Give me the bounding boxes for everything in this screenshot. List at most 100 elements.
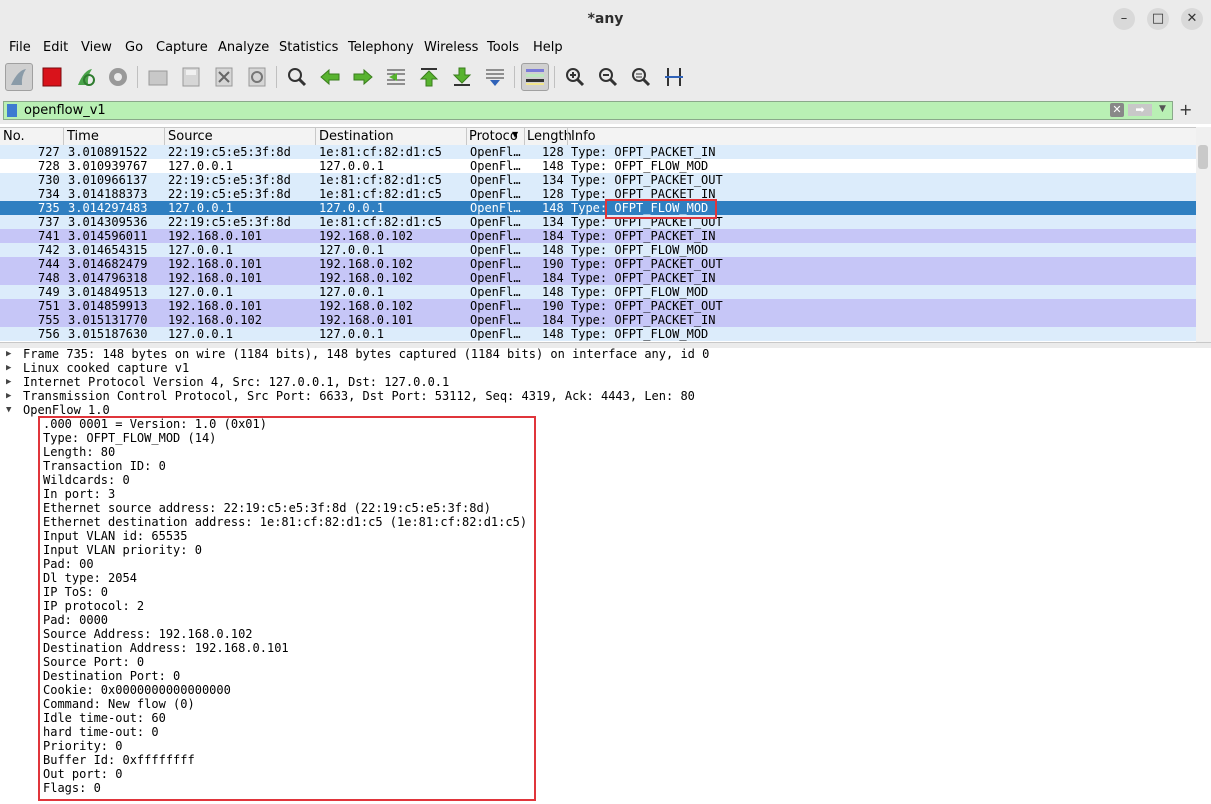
- column-info[interactable]: Info: [571, 129, 596, 144]
- menu-statistics[interactable]: Statistics: [279, 40, 338, 55]
- menu-view[interactable]: View: [81, 40, 112, 55]
- column-time[interactable]: Time: [67, 129, 99, 144]
- go-to-packet-icon[interactable]: [382, 63, 410, 91]
- detail-tree-item[interactable]: Linux cooked capture v1: [23, 361, 189, 375]
- zoom-out-icon[interactable]: [594, 63, 622, 91]
- column-divider[interactable]: [466, 128, 467, 146]
- save-file-icon[interactable]: [177, 63, 205, 91]
- column-no[interactable]: No.: [3, 129, 25, 144]
- menu-telephony[interactable]: Telephony: [348, 40, 414, 55]
- collapsed-arrow-icon[interactable]: ▶: [6, 361, 14, 375]
- filter-dropdown-icon[interactable]: ▼: [1159, 104, 1166, 114]
- packet-row[interactable]: 737 3.014309536 22:19:c5:e5:3f:8d 1e:81:cf:…: [0, 215, 1196, 229]
- go-forward-icon[interactable]: [349, 63, 377, 91]
- packet-time: 3.014188373: [68, 187, 148, 201]
- go-back-icon[interactable]: [316, 63, 344, 91]
- packet-length: 184: [542, 271, 564, 285]
- reload-file-icon[interactable]: [243, 63, 271, 91]
- stop-capture-icon[interactable]: [38, 63, 66, 91]
- packet-source: 192.168.0.101: [168, 229, 262, 243]
- open-file-icon[interactable]: [144, 63, 172, 91]
- detail-tree-item[interactable]: Frame 735: 148 bytes on wire (1184 bits)…: [23, 347, 709, 361]
- packet-row[interactable]: 756 3.015187630 127.0.0.1 127.0.0.1 OpenFl… 1…: [0, 327, 1196, 341]
- packet-row[interactable]: 751 3.014859913 192.168.0.101 192.168.0.102…: [0, 299, 1196, 313]
- column-divider[interactable]: [63, 128, 64, 146]
- packet-length: 148: [542, 159, 564, 173]
- add-filter-button[interactable]: +: [1179, 100, 1192, 119]
- find-packet-icon[interactable]: [283, 63, 311, 91]
- expanded-arrow-icon[interactable]: ▼: [6, 403, 14, 417]
- packet-no: 735: [38, 201, 60, 215]
- packet-row[interactable]: 748 3.014796318 192.168.0.101 192.168.0.102…: [0, 271, 1196, 285]
- bookmark-icon[interactable]: [7, 104, 17, 117]
- packet-row[interactable]: 734 3.014188373 22:19:c5:e5:3f:8d 1e:81:cf:…: [0, 187, 1196, 201]
- close-file-icon[interactable]: [210, 63, 238, 91]
- menu-tools[interactable]: Tools: [487, 40, 519, 55]
- packet-no: 756: [38, 327, 60, 341]
- packet-time: 3.014654315: [68, 243, 148, 257]
- menu-help[interactable]: Help: [533, 40, 563, 55]
- go-last-icon[interactable]: [448, 63, 476, 91]
- column-protocol[interactable]: Protoco: [469, 129, 518, 144]
- zoom-in-icon[interactable]: [561, 63, 589, 91]
- menu-wireless[interactable]: Wireless: [424, 40, 478, 55]
- packet-source: 127.0.0.1: [168, 201, 234, 215]
- packet-no: 748: [38, 271, 60, 285]
- go-first-icon[interactable]: [415, 63, 443, 91]
- packet-row[interactable]: 742 3.014654315 127.0.0.1 127.0.0.1 OpenFl… 1…: [0, 243, 1196, 257]
- menu-capture[interactable]: Capture: [156, 40, 208, 55]
- column-length[interactable]: Length: [527, 129, 572, 144]
- display-filter-bar: ✕ ➡ ▼ +: [0, 98, 1211, 124]
- packet-info: Type: OFPT_PACKET_OUT: [571, 299, 723, 313]
- packet-row[interactable]: 741 3.014596011 192.168.0.101 192.168.0.102…: [0, 229, 1196, 243]
- column-divider[interactable]: [567, 128, 568, 146]
- packet-protocol: OpenFl…: [470, 173, 521, 187]
- menu-file[interactable]: File: [9, 40, 31, 55]
- column-divider[interactable]: [164, 128, 165, 146]
- menu-go[interactable]: Go: [125, 40, 143, 55]
- collapsed-arrow-icon[interactable]: ▶: [6, 347, 14, 361]
- packet-no: 737: [38, 215, 60, 229]
- packet-row[interactable]: 727 3.010891522 22:19:c5:e5:3f:8d 1e:81:cf:…: [0, 145, 1196, 159]
- packet-row[interactable]: 728 3.010939767 127.0.0.1 127.0.0.1 OpenFl… 1…: [0, 159, 1196, 173]
- menu-edit[interactable]: Edit: [43, 40, 68, 55]
- apply-filter-icon[interactable]: ➡: [1128, 104, 1152, 116]
- packet-row[interactable]: 744 3.014682479 192.168.0.101 192.168.0.102…: [0, 257, 1196, 271]
- collapsed-arrow-icon[interactable]: ▶: [6, 375, 14, 389]
- capture-options-icon[interactable]: [104, 63, 132, 91]
- packet-source: 127.0.0.1: [168, 159, 234, 173]
- restart-capture-icon[interactable]: [71, 63, 99, 91]
- packet-protocol: OpenFl…: [470, 313, 521, 327]
- display-filter-input[interactable]: [24, 102, 1104, 119]
- menu-analyze[interactable]: Analyze: [218, 40, 269, 55]
- collapsed-arrow-icon[interactable]: ▶: [6, 389, 14, 403]
- colorize-icon[interactable]: [521, 63, 549, 91]
- packet-destination: 192.168.0.102: [319, 299, 413, 313]
- autoscroll-icon[interactable]: [481, 63, 509, 91]
- packet-row[interactable]: 735 3.014297483 127.0.0.1 127.0.0.1 OpenFl… 1…: [0, 201, 1196, 215]
- detail-tree-item[interactable]: Internet Protocol Version 4, Src: 127.0.…: [23, 375, 449, 389]
- minimize-button[interactable]: –: [1113, 8, 1135, 30]
- packet-time: 3.010966137: [68, 173, 148, 187]
- column-destination[interactable]: Destination: [319, 129, 394, 144]
- packet-list-scroll-thumb[interactable]: [1198, 145, 1208, 169]
- packet-info: Type: OFPT_FLOW_MOD: [571, 159, 709, 173]
- maximize-button[interactable]: □: [1147, 8, 1169, 30]
- close-button[interactable]: ✕: [1181, 8, 1203, 30]
- packet-row[interactable]: 755 3.015131770 192.168.0.102 192.168.0.101…: [0, 313, 1196, 327]
- packet-list[interactable]: 727 3.010891522 22:19:c5:e5:3f:8d 1e:81:cf:…: [0, 145, 1196, 342]
- clear-filter-icon[interactable]: ✕: [1110, 103, 1124, 117]
- zoom-normal-icon[interactable]: [627, 63, 655, 91]
- column-source[interactable]: Source: [168, 129, 213, 144]
- packet-row[interactable]: 749 3.014849513 127.0.0.1 127.0.0.1 OpenFl… 1…: [0, 285, 1196, 299]
- packet-length: 148: [542, 327, 564, 341]
- column-divider[interactable]: [524, 128, 525, 146]
- column-divider[interactable]: [315, 128, 316, 146]
- resize-columns-icon[interactable]: [660, 63, 688, 91]
- detail-tree-item[interactable]: OpenFlow 1.0: [23, 403, 110, 417]
- packet-row[interactable]: 730 3.010966137 22:19:c5:e5:3f:8d 1e:81:cf:…: [0, 173, 1196, 187]
- detail-tree-item[interactable]: Transmission Control Protocol, Src Port:…: [23, 389, 695, 403]
- shark-fin-start-icon[interactable]: [5, 63, 33, 91]
- toolbar-separator: [554, 66, 555, 88]
- packet-source: 127.0.0.1: [168, 243, 234, 257]
